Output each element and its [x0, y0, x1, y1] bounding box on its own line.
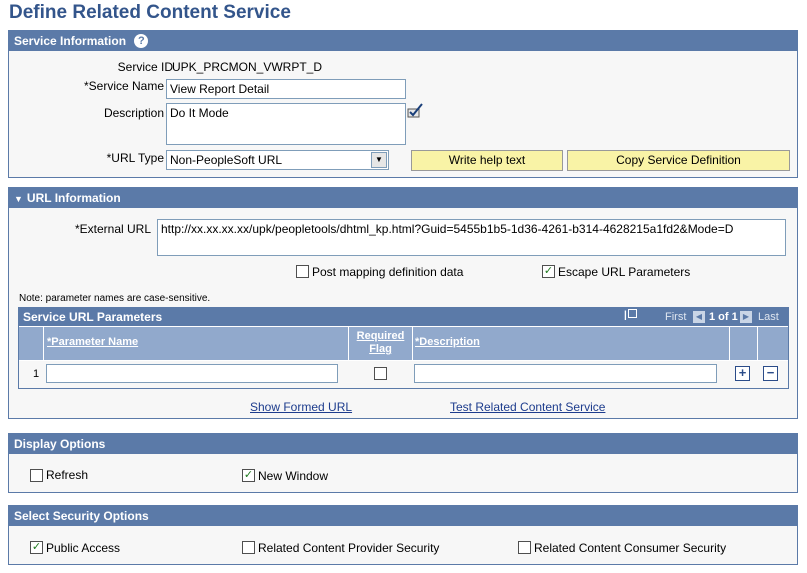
public-access-label: Public Access: [46, 541, 121, 555]
url-type-select[interactable]: Non-PeopleSoft URL ▼: [166, 150, 389, 170]
required-flag-header[interactable]: Required Flag: [349, 327, 412, 360]
help-icon[interactable]: ?: [134, 33, 149, 48]
refresh-label: Refresh: [46, 468, 89, 482]
url-type-label: *URL Type: [106, 151, 164, 165]
grid-title: Service URL Parameters: [23, 310, 163, 324]
parameter-name-input[interactable]: [46, 364, 338, 383]
service-id-label: Service ID: [117, 60, 173, 74]
display-options-section: Display Options Refresh ✓ New Window: [8, 433, 798, 493]
chevron-down-icon[interactable]: ▼: [371, 152, 387, 168]
escape-url-label: Escape URL Parameters: [558, 265, 691, 279]
description-input[interactable]: [414, 364, 717, 383]
description-textarea[interactable]: Do It Mode: [166, 103, 406, 145]
security-options-section: Select Security Options ✓ Public Access …: [8, 505, 798, 565]
consumer-security-checkbox[interactable]: [518, 541, 531, 554]
case-sensitive-note: Note: parameter names are case-sensitive…: [19, 293, 211, 304]
service-name-label: *Service Name: [83, 79, 164, 93]
service-id-value: UPK_PRCMON_VWRPT_D: [172, 60, 323, 74]
security-options-header: Select Security Options: [9, 506, 797, 526]
grid-first-label[interactable]: First: [665, 311, 686, 323]
display-options-header: Display Options: [9, 434, 797, 454]
required-flag-line2[interactable]: Flag: [369, 343, 392, 355]
delete-column-header: [758, 327, 788, 360]
delete-row-icon[interactable]: −: [763, 366, 778, 381]
external-url-input[interactable]: http://xx.xx.xx.xx/upk/peopletools/dhtml…: [157, 219, 786, 256]
new-window-label: New Window: [258, 469, 329, 483]
table-row: 1 + −: [19, 361, 788, 388]
grid-prev-icon[interactable]: ◀: [693, 311, 705, 323]
add-column-header: [730, 327, 757, 360]
test-related-content-service-link[interactable]: Test Related Content Service: [450, 400, 605, 414]
description-header[interactable]: *Description: [413, 327, 729, 360]
service-information-section: Service Information ? Service ID UPK_PRC…: [8, 30, 798, 178]
new-window-checkbox[interactable]: ✓: [242, 469, 255, 482]
provider-security-checkbox[interactable]: [242, 541, 255, 554]
row-number: 1: [33, 368, 40, 380]
page-title: Define Related Content Service: [9, 2, 291, 23]
required-flag-checkbox[interactable]: [374, 367, 387, 380]
show-formed-url-link[interactable]: Show Formed URL: [250, 400, 352, 414]
provider-security-label: Related Content Provider Security: [258, 541, 440, 555]
service-information-title: Service Information: [14, 34, 127, 48]
grid-rownum-header: [19, 327, 43, 360]
parameter-name-sort-link[interactable]: *Parameter Name: [47, 336, 138, 348]
add-row-icon[interactable]: +: [735, 366, 750, 381]
refresh-checkbox[interactable]: [30, 469, 43, 482]
collapse-caret-icon[interactable]: ▼: [14, 189, 23, 209]
description-sort-link[interactable]: *Description: [415, 336, 480, 348]
consumer-security-label: Related Content Consumer Security: [534, 541, 727, 555]
url-information-section: ▼ URL Information *External URL http://xx…: [8, 187, 798, 419]
required-flag-line1[interactable]: Required: [357, 330, 405, 342]
external-url-label: *External URL: [74, 222, 151, 236]
grid-view-all-icon[interactable]: |: [624, 309, 640, 323]
public-access-checkbox[interactable]: ✓: [30, 541, 43, 554]
parameter-name-header[interactable]: *Parameter Name: [44, 327, 348, 360]
service-information-header: Service Information ?: [9, 31, 797, 51]
copy-service-definition-button[interactable]: Copy Service Definition: [567, 150, 790, 171]
grid-next-icon[interactable]: ▶: [740, 311, 752, 323]
post-mapping-label: Post mapping definition data: [312, 265, 464, 279]
url-information-header[interactable]: ▼ URL Information: [9, 188, 797, 208]
service-name-input[interactable]: View Report Detail: [166, 79, 406, 99]
escape-url-checkbox[interactable]: ✓: [542, 265, 555, 278]
grid-title-bar: Service URL Parameters | First ◀ 1 of 1 …: [19, 308, 788, 326]
spellcheck-icon[interactable]: [407, 102, 425, 120]
service-url-parameters-grid: Service URL Parameters | First ◀ 1 of 1 …: [18, 307, 789, 389]
write-help-text-button[interactable]: Write help text: [411, 150, 563, 171]
url-type-value: Non-PeopleSoft URL: [170, 153, 283, 167]
url-information-title: URL Information: [26, 191, 121, 205]
post-mapping-checkbox[interactable]: [296, 265, 309, 278]
grid-last-label[interactable]: Last: [758, 311, 779, 323]
grid-page-info: 1 of 1: [709, 311, 738, 323]
description-label: Description: [103, 106, 164, 120]
